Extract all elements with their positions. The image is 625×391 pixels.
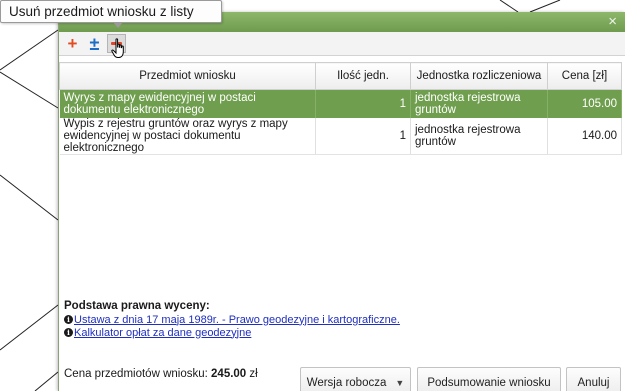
cancel-button[interactable]: Anuluj bbox=[566, 367, 621, 391]
cell-price: 105.00 bbox=[547, 89, 622, 118]
total-price-value: 245.00 bbox=[211, 368, 247, 380]
total-price-label: Cena przedmiotów wniosku: bbox=[64, 368, 208, 380]
legal-basis-item: i Ustawa z dnia 17 maja 1989r. - Prawo g… bbox=[64, 313, 604, 326]
items-table: Przedmiot wniosku Ilość jedn. Jednostka … bbox=[59, 62, 622, 155]
request-summary-button[interactable]: Podsumowanie wniosku bbox=[417, 367, 561, 391]
cell-unit: jednostka rejestrowa gruntów bbox=[410, 89, 548, 118]
hand-cursor-icon bbox=[111, 38, 124, 58]
items-toolbar: + ± bbox=[59, 32, 625, 56]
column-header-unit[interactable]: Jednostka rozliczeniowa bbox=[410, 62, 548, 90]
info-icon: i bbox=[64, 328, 73, 337]
law-link[interactable]: Ustawa z dnia 17 maja 1989r. - Prawo geo… bbox=[74, 314, 400, 326]
cell-price: 140.00 bbox=[547, 117, 622, 155]
dropdown-caret-icon: ▼ bbox=[395, 377, 405, 388]
cell-subject: Wypis z rejestru gruntów oraz wyrys z ma… bbox=[59, 117, 316, 155]
fee-calculator-link[interactable]: Kalkulator opłat za dane geodezyjne bbox=[74, 327, 251, 339]
tooltip-pointer bbox=[113, 22, 123, 28]
add-icon[interactable]: + bbox=[63, 34, 82, 53]
legal-basis-heading: Podstawa prawna wyceny: bbox=[64, 300, 210, 312]
legal-basis-item: i Kalkulator opłat za dane geodezyjne bbox=[64, 326, 604, 339]
cell-quantity: 1 bbox=[315, 89, 411, 118]
table-row[interactable]: Wyrys z mapy ewidencyjnej w postaci doku… bbox=[59, 89, 622, 118]
close-icon[interactable]: × bbox=[608, 13, 617, 30]
cell-unit: jednostka rejestrowa gruntów bbox=[410, 117, 548, 155]
table-row[interactable]: Wypis z rejestru gruntów oraz wyrys z ma… bbox=[59, 117, 622, 155]
cell-quantity: 1 bbox=[315, 117, 411, 155]
draft-version-label: Wersja robocza bbox=[306, 376, 387, 389]
column-header-price[interactable]: Cena [zł] bbox=[547, 62, 622, 90]
tooltip: Usuń przedmiot wniosku z listy bbox=[0, 0, 222, 23]
edit-quantity-icon[interactable]: ± bbox=[85, 34, 104, 53]
cell-subject: Wyrys z mapy ewidencyjnej w postaci doku… bbox=[59, 89, 316, 118]
column-header-quantity[interactable]: Ilość jedn. bbox=[315, 62, 411, 90]
draft-version-button[interactable]: Wersja robocza ▼ bbox=[300, 367, 411, 391]
legal-basis-section: Podstawa prawna wyceny: i Ustawa z dnia … bbox=[64, 300, 604, 339]
column-header-subject[interactable]: Przedmiot wniosku bbox=[59, 62, 316, 90]
info-icon: i bbox=[64, 315, 73, 324]
request-items-dialog: × + ± Przedmiot wniosku Ilość jedn. Jedn… bbox=[58, 12, 625, 391]
currency-label: zł bbox=[249, 368, 258, 380]
table-header-row: Przedmiot wniosku Ilość jedn. Jednostka … bbox=[59, 62, 622, 90]
total-price: Cena przedmiotów wniosku: 245.00 zł bbox=[64, 368, 258, 380]
